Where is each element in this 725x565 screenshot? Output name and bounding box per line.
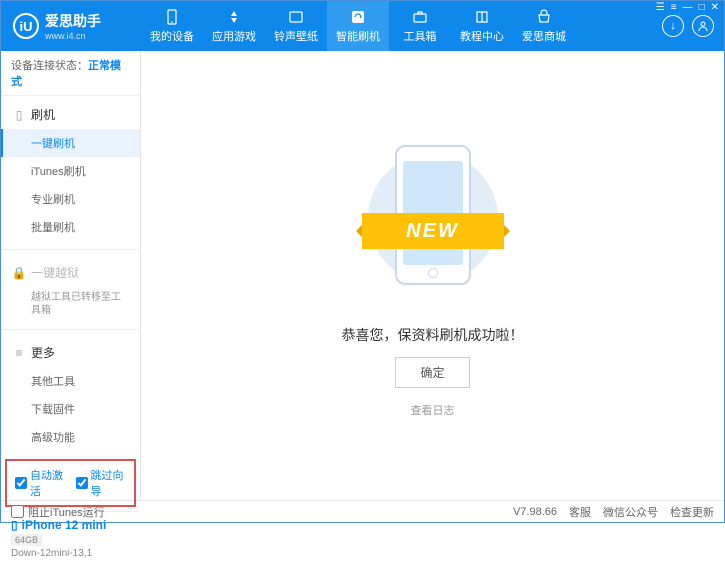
version-label: V7.98.66 [513,506,557,518]
flash-icon [349,8,367,26]
main-panel: NEW 恭喜您，保资料刷机成功啦！ 确定 查看日志 [141,51,724,500]
support-link[interactable]: 客服 [569,504,591,520]
check-update-link[interactable]: 检查更新 [670,504,714,520]
connection-status: 设备连接状态：正常模式 [1,51,140,96]
checkbox-row: 自动激活 跳过向导 [5,459,136,507]
app-site: www.i4.cn [45,31,101,41]
sidebar-item-oneclick[interactable]: 一键刷机 [1,129,140,157]
minimize-icon[interactable]: — [683,2,693,13]
sidebar-item-itunes[interactable]: iTunes刷机 [1,157,140,185]
jailbreak-note: 越狱工具已转移至工具箱 [1,287,140,321]
sidebar-item-other[interactable]: 其他工具 [1,367,140,395]
top-nav: 我的设备 应用游戏 铃声壁纸 智能刷机 工具箱 教程中心 爱思商城 [141,1,662,51]
phone-icon [163,8,181,26]
sidebar: 设备连接状态：正常模式 ▯刷机 一键刷机 iTunes刷机 专业刷机 批量刷机 … [1,51,141,500]
close-icon[interactable]: ✕ [711,2,719,13]
download-icon[interactable]: ↓ [662,15,684,37]
checkbox-skip-guide[interactable]: 跳过向导 [76,467,127,499]
wallpaper-icon [287,8,305,26]
nav-toolbox[interactable]: 工具箱 [389,1,451,51]
settings-icon[interactable]: ≡ [671,2,677,13]
app-name: 爱思助手 [45,11,101,31]
logo: iU 爱思助手 www.i4.cn [1,11,141,41]
sidebar-item-advanced[interactable]: 高级功能 [1,423,140,451]
menu-icon[interactable]: ☰ [656,2,665,13]
ok-button[interactable]: 确定 [395,357,469,388]
device-phone-icon: ▯ [11,518,18,532]
device-model: Down-12mini-13,1 [11,548,130,559]
success-message: 恭喜您，保资料刷机成功啦！ [342,325,524,345]
window-controls: ☰ ≡ — □ ✕ [656,2,719,13]
new-ribbon: NEW [362,213,504,249]
view-log-link[interactable]: 查看日志 [411,402,455,418]
nav-tutorials[interactable]: 教程中心 [451,1,513,51]
nav-ringtones[interactable]: 铃声壁纸 [265,1,327,51]
section-more[interactable]: ≡更多 [1,338,140,367]
sidebar-item-batch[interactable]: 批量刷机 [1,213,140,241]
titlebar: iU 爱思助手 www.i4.cn 我的设备 应用游戏 铃声壁纸 智能刷机 工具… [1,1,724,51]
section-jailbreak[interactable]: 🔒一键越狱 [1,258,140,287]
checkbox-auto-activate[interactable]: 自动激活 [15,467,66,499]
nav-my-device[interactable]: 我的设备 [141,1,203,51]
store-icon [535,8,553,26]
success-illustration: NEW [368,133,498,303]
section-flash[interactable]: ▯刷机 [1,100,140,129]
nav-flash[interactable]: 智能刷机 [327,1,389,51]
logo-icon: iU [13,13,39,39]
user-icon[interactable] [692,15,714,37]
maximize-icon[interactable]: □ [699,2,705,13]
list-icon: ≡ [13,347,25,359]
device-name: ▯iPhone 12 mini [11,518,130,532]
sidebar-item-pro[interactable]: 专业刷机 [1,185,140,213]
toolbox-icon [411,8,429,26]
lock-icon: 🔒 [13,267,25,279]
title-right: ↓ [662,15,724,37]
device-storage: 64GB [11,534,42,546]
apps-icon [225,8,243,26]
nav-store[interactable]: 爱思商城 [513,1,575,51]
wechat-link[interactable]: 微信公众号 [603,504,658,520]
checkbox-block-itunes[interactable]: 阻止iTunes运行 [11,504,105,520]
phone-small-icon: ▯ [13,109,25,121]
sidebar-item-download[interactable]: 下载固件 [1,395,140,423]
book-icon [473,8,491,26]
nav-apps[interactable]: 应用游戏 [203,1,265,51]
